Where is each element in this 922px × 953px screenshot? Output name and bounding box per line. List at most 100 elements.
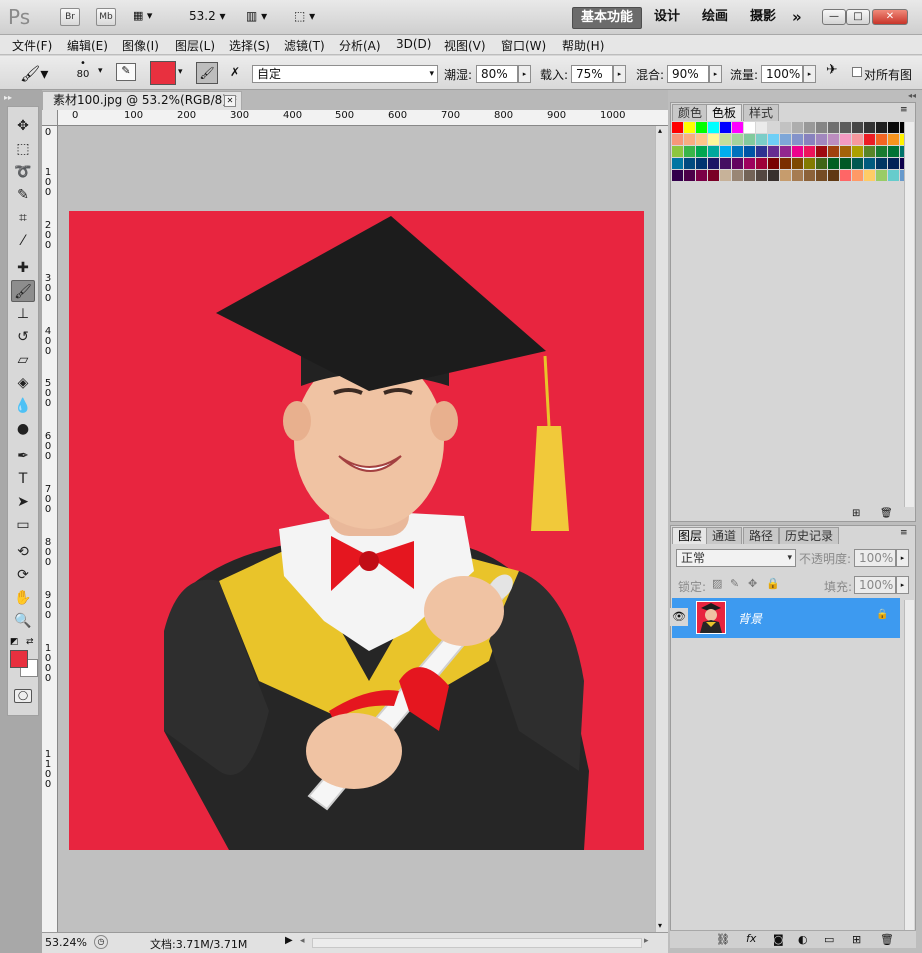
panel-menu-icon[interactable]: ≡ [900, 105, 908, 115]
color-swatch[interactable] [780, 158, 791, 169]
document-tab[interactable]: 素材100.jpg @ 53.2%(RGB/8) * ✕ [42, 91, 242, 110]
menu-window[interactable]: 窗口(W) [501, 37, 546, 54]
color-swatch[interactable] [804, 146, 815, 157]
color-swatch[interactable] [864, 122, 875, 133]
color-swatch[interactable] [768, 134, 779, 145]
menu-edit[interactable]: 编辑(E) [67, 37, 108, 54]
color-swatch[interactable] [756, 122, 767, 133]
color-swatch[interactable] [780, 170, 791, 181]
3d-rotate-tool[interactable]: ⟲ [11, 541, 35, 563]
color-swatch[interactable] [732, 134, 743, 145]
mixer-brush-tool[interactable]: 🖌 [11, 280, 35, 302]
color-swatch[interactable] [816, 158, 827, 169]
visibility-eye-icon[interactable]: 👁 [670, 608, 688, 626]
workspace-design[interactable]: 设计 [646, 7, 688, 29]
color-swatch[interactable] [672, 170, 683, 181]
crop-tool[interactable]: ⌗ [11, 207, 35, 229]
color-swatch[interactable] [804, 134, 815, 145]
layers-menu-icon[interactable]: ≡ [900, 528, 908, 538]
color-swatch[interactable] [672, 146, 683, 157]
load-brush-toggle[interactable]: 🖌 [196, 62, 218, 84]
collapse-tools-icon[interactable]: ▸▸ [4, 93, 12, 102]
color-swatch[interactable] [852, 158, 863, 169]
eyedropper-tool[interactable]: ⁄ [11, 230, 35, 252]
color-swatch[interactable] [840, 170, 851, 181]
color-swatch[interactable] [792, 158, 803, 169]
swatches-scrollbar[interactable] [904, 122, 914, 507]
tab-swatches[interactable]: 色板 [706, 104, 743, 121]
tool-preset-picker[interactable]: 🖌▾ [20, 64, 48, 83]
status-menu-arrow-icon[interactable]: ▶ [285, 935, 293, 946]
color-swatch[interactable] [720, 170, 731, 181]
move-tool[interactable]: ✥ [11, 115, 35, 137]
color-swatch[interactable] [840, 122, 851, 133]
type-tool[interactable]: T [11, 468, 35, 490]
color-swatch[interactable] [696, 146, 707, 157]
color-swatch[interactable] [744, 170, 755, 181]
new-layer-icon[interactable]: ⊞ [852, 933, 861, 946]
mix-preset-select[interactable]: 自定 ▾ [252, 65, 438, 83]
color-swatch[interactable] [804, 170, 815, 181]
color-swatch[interactable] [864, 158, 875, 169]
color-swatch[interactable] [876, 170, 887, 181]
color-swatch[interactable] [888, 122, 899, 133]
brush-panel-toggle[interactable]: ✎ [116, 63, 136, 81]
color-swatch[interactable] [768, 122, 779, 133]
color-swatch[interactable] [720, 122, 731, 133]
clone-stamp-tool[interactable]: ⊥ [11, 303, 35, 325]
tab-channels[interactable]: 通道 [706, 527, 743, 544]
delete-layer-icon[interactable]: 🗑 [880, 933, 894, 946]
document-image[interactable] [69, 211, 644, 850]
color-swatch[interactable] [696, 158, 707, 169]
color-swatch[interactable] [744, 158, 755, 169]
color-swatch[interactable] [864, 170, 875, 181]
color-swatch[interactable] [684, 146, 695, 157]
tab-styles[interactable]: 样式 [743, 104, 780, 121]
color-swatch[interactable] [744, 134, 755, 145]
blur-tool[interactable]: 💧 [11, 395, 35, 417]
color-swatch[interactable] [840, 158, 851, 169]
color-swatch[interactable] [708, 134, 719, 145]
load-slider-button[interactable]: ▸ [613, 65, 626, 83]
color-swatch[interactable] [840, 146, 851, 157]
minimize-button[interactable]: — [822, 9, 846, 25]
paint-bucket-tool[interactable]: ◈ [11, 372, 35, 394]
layer-mask-icon[interactable]: ◙ [773, 933, 784, 946]
hand-tool[interactable]: ✋ [11, 587, 35, 609]
airbrush-toggle[interactable]: ✈ [826, 62, 838, 78]
color-swatch[interactable] [708, 146, 719, 157]
color-swatch[interactable] [732, 170, 743, 181]
current-brush-load-swatch[interactable] [150, 61, 176, 85]
color-swatch[interactable] [672, 122, 683, 133]
color-swatch[interactable] [720, 158, 731, 169]
vertical-ruler[interactable]: 0 1 0 0 2 0 0 3 0 0 4 0 0 5 0 0 6 0 0 7 … [42, 126, 58, 932]
bridge-button[interactable]: Br [60, 8, 80, 26]
horizontal-scrollbar[interactable] [312, 938, 642, 948]
color-swatch[interactable] [756, 146, 767, 157]
color-swatch[interactable] [852, 134, 863, 145]
path-select-tool[interactable]: ➤ [11, 491, 35, 513]
quick-select-tool[interactable]: ✎ [11, 184, 35, 206]
workspace-essentials[interactable]: 基本功能 [572, 7, 643, 29]
view-extras-button[interactable]: ▦ ▾ [133, 9, 163, 25]
mix-input[interactable]: 90% [667, 65, 709, 83]
tab-layers[interactable]: 图层 [672, 527, 709, 544]
color-swatch[interactable] [792, 134, 803, 145]
color-swatch[interactable] [876, 122, 887, 133]
color-swatch[interactable] [684, 122, 695, 133]
lock-transparent-icon[interactable]: ▨ [712, 577, 722, 590]
scroll-down-icon[interactable]: ▾ [658, 921, 662, 930]
lock-position-icon[interactable]: ✥ [748, 577, 757, 590]
color-swatch[interactable] [804, 158, 815, 169]
color-swatch[interactable] [804, 122, 815, 133]
quick-mask-button[interactable]: ◯ [14, 689, 32, 703]
color-swatch[interactable] [696, 170, 707, 181]
color-swatch[interactable] [756, 170, 767, 181]
wet-slider-button[interactable]: ▸ [518, 65, 531, 83]
menu-filter[interactable]: 滤镜(T) [284, 37, 325, 54]
flow-input[interactable]: 100% [761, 65, 803, 83]
color-swatch[interactable] [708, 170, 719, 181]
color-swatch[interactable] [828, 170, 839, 181]
arrange-documents-button[interactable]: ▥ ▾ [246, 9, 267, 23]
color-swatch[interactable] [780, 146, 791, 157]
